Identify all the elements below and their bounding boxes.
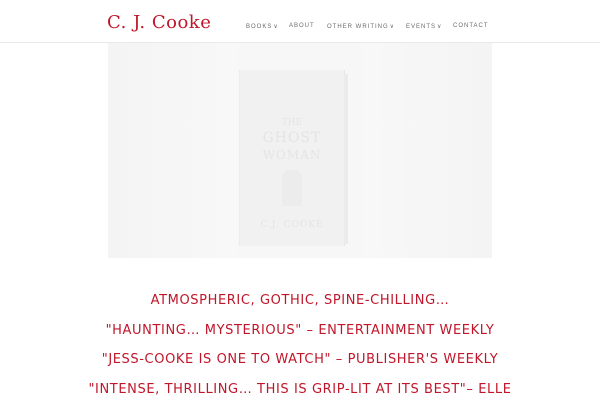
hero-background-right [362, 43, 492, 258]
nav-item-about[interactable]: ABOUT [289, 23, 315, 29]
book-cover[interactable]: THE GHOST WOMAN C.J. COOKE [240, 70, 348, 246]
site-header: C. J. Cooke BOOKS∨ ABOUT OTHER WRITING∨ … [0, 0, 600, 43]
review-quote: ATMOSPHERIC, GOTHIC, SPINE-CHILLING… [150, 293, 450, 308]
book-cover-the: THE [281, 118, 303, 128]
book-cover-author: C.J. COOKE [260, 220, 324, 230]
page: C. J. Cooke BOOKS∨ ABOUT OTHER WRITING∨ … [0, 0, 600, 400]
nav-label-events: EVENTS [406, 24, 437, 30]
nav-label-other-writing: OTHER WRITING [327, 24, 389, 30]
chevron-down-icon: ∨ [389, 24, 396, 30]
review-quote: "INTENSE, THRILLING… THIS IS GRIP-LIT AT… [88, 382, 512, 397]
hero-background-left [108, 43, 238, 258]
hero-image: THE GHOST WOMAN C.J. COOKE [108, 43, 492, 258]
book-spine [344, 74, 348, 244]
nav-item-other-writing[interactable]: OTHER WRITING∨ [327, 23, 395, 30]
book-cover-figure [282, 170, 302, 206]
nav-label-about: ABOUT [289, 23, 315, 29]
review-quote: "JESS-COOKE IS ONE TO WATCH" – PUBLISHER… [101, 352, 499, 367]
book-cover-title-line2: WOMAN [262, 148, 322, 162]
chevron-down-icon: ∨ [273, 24, 279, 30]
nav-label-books: BOOKS [246, 24, 273, 30]
site-logo[interactable]: C. J. Cooke [107, 12, 211, 33]
nav-item-events[interactable]: EVENTS∨ [406, 23, 442, 30]
chevron-down-icon: ∨ [437, 24, 443, 30]
nav-label-contact: CONTACT [453, 23, 489, 29]
nav-item-contact[interactable]: CONTACT [453, 23, 489, 29]
book-cover-title-line1: GHOST [262, 130, 322, 146]
review-quote: "HAUNTING… MYSTERIOUS" – ENTERTAINMENT W… [105, 323, 495, 338]
nav-item-books[interactable]: BOOKS∨ [246, 23, 279, 30]
